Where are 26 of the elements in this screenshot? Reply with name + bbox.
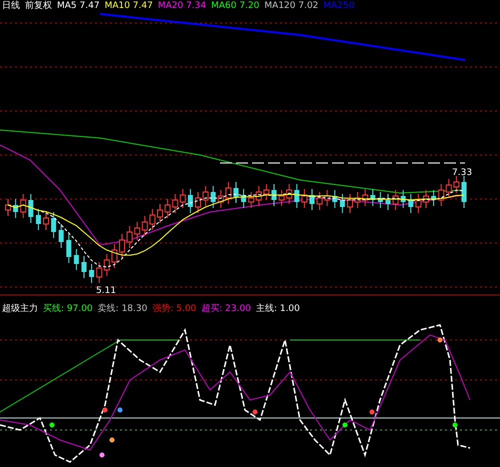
signal-dot — [50, 422, 54, 428]
legend-label: 日线 — [2, 1, 20, 12]
signal-dot — [100, 452, 104, 458]
legend-label: 超级主力 — [2, 304, 38, 315]
legend-label: MA20 7.34 — [158, 1, 206, 12]
signal-dot — [252, 410, 258, 414]
legend-label: MA60 7.20 — [211, 1, 260, 12]
price-label: 7.33 — [452, 168, 472, 178]
legend-label: MA250 — [323, 1, 355, 12]
signal-dot — [370, 410, 374, 414]
legend-label: 主线: 1.00 — [256, 304, 300, 315]
legend-label: 买线: 97.00 — [43, 304, 93, 315]
legend-label: MA5 7.47 — [57, 1, 100, 12]
legend-label: MA10 7.47 — [104, 1, 153, 12]
signal-dot — [452, 422, 458, 428]
signal-dot — [102, 408, 108, 412]
signal-dot — [110, 438, 114, 442]
legend-label: 卖线: 18.30 — [98, 304, 148, 315]
legend-label: MA120 7.02 — [264, 1, 318, 12]
legend-label: 前复权 — [25, 1, 52, 12]
signal-dot — [342, 422, 348, 428]
legend-label: 强势: 5.00 — [152, 304, 196, 315]
price-label: 5.11 — [96, 286, 116, 296]
signal-dot — [438, 338, 442, 342]
signal-dot — [118, 408, 122, 412]
legend-label: 超买: 23.00 — [201, 304, 251, 315]
